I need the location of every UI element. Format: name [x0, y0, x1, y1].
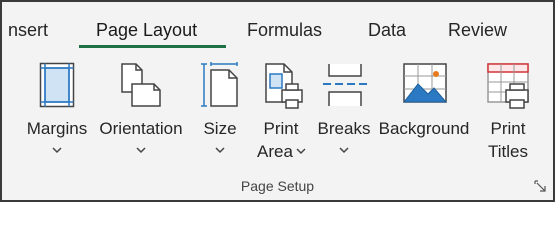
tab-data[interactable]: Data — [368, 20, 406, 41]
ribbon-tab-bar: nsert Page Layout Formulas Data Review — [2, 2, 553, 50]
print-titles-label-line2: Titles — [488, 142, 528, 161]
size-label: Size — [203, 119, 237, 138]
print-titles-button[interactable]: Print Titles — [478, 50, 538, 170]
tab-page-layout[interactable]: Page Layout — [96, 20, 197, 41]
dialog-launcher-icon[interactable] — [534, 180, 546, 192]
tab-insert[interactable]: nsert — [8, 20, 48, 41]
orientation-icon — [121, 63, 161, 107]
active-tab-underline — [79, 45, 226, 48]
background-icon — [402, 63, 448, 103]
chevron-down-icon — [339, 147, 349, 154]
size-icon — [201, 62, 238, 107]
background-label: Background — [378, 119, 470, 138]
print-titles-label-line1: Print — [490, 119, 526, 138]
chevron-down-icon — [296, 148, 306, 155]
breaks-icon — [323, 64, 367, 106]
orientation-button[interactable]: Orientation — [94, 50, 188, 170]
print-area-button[interactable]: Print Area — [252, 50, 310, 170]
tab-review[interactable]: Review — [448, 20, 507, 41]
print-area-icon — [265, 63, 303, 109]
page-setup-group: Margins Orientation Size Print Area Brea… — [2, 50, 553, 200]
print-area-label-line1: Print — [263, 119, 299, 138]
breaks-label: Breaks — [317, 119, 371, 138]
margins-button[interactable]: Margins — [22, 50, 92, 170]
margins-icon — [39, 62, 75, 108]
background-button[interactable]: Background — [376, 50, 472, 170]
tab-formulas[interactable]: Formulas — [247, 20, 322, 41]
margins-label: Margins — [26, 119, 88, 138]
orientation-label: Orientation — [99, 119, 183, 138]
size-button[interactable]: Size — [197, 50, 243, 170]
chevron-down-icon — [52, 147, 62, 154]
breaks-button[interactable]: Breaks — [316, 50, 372, 170]
print-titles-icon — [487, 63, 529, 109]
chevron-down-icon — [136, 147, 146, 154]
ribbon-window: nsert Page Layout Formulas Data Review M… — [0, 0, 555, 202]
group-label-page-setup: Page Setup — [240, 178, 315, 194]
chevron-down-icon — [215, 147, 225, 154]
